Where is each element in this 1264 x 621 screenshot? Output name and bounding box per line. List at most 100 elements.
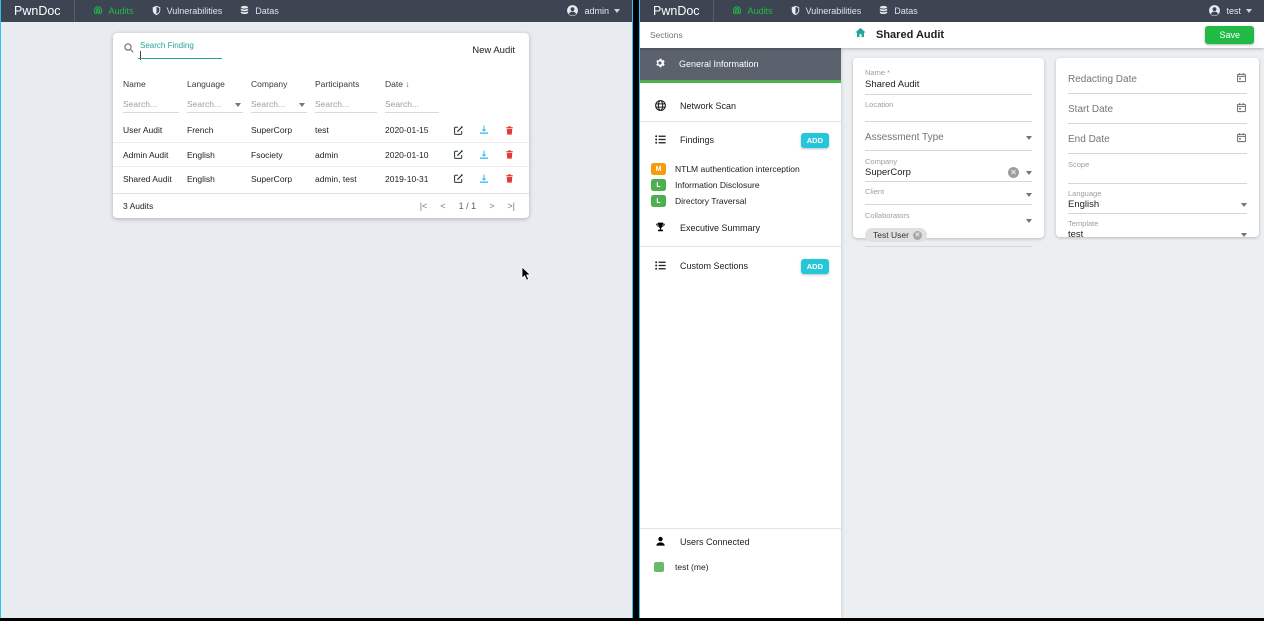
- table-footer: 3 Audits |< < 1 / 1 > >|: [113, 193, 529, 218]
- database-icon: [239, 5, 250, 18]
- main-nav: Audits Vulnerabilities Datas: [92, 4, 279, 18]
- template-label: Template: [1068, 219, 1247, 228]
- assessment-type-select[interactable]: Assessment Type: [865, 132, 1032, 151]
- client-select[interactable]: Client: [865, 187, 1032, 205]
- mouse-cursor: [521, 266, 533, 288]
- table-row[interactable]: User Audit French SuperCorp test 2020-01…: [113, 118, 529, 142]
- edit-icon[interactable]: [453, 173, 464, 184]
- nav-audits[interactable]: Audits: [731, 4, 773, 18]
- app-logo[interactable]: PwnDoc: [640, 0, 714, 22]
- collaborators-select[interactable]: Collaborators Test User ✕: [865, 211, 1032, 247]
- finding-item[interactable]: L Information Disclosure: [640, 177, 841, 193]
- language-select[interactable]: Language English: [1068, 189, 1247, 214]
- audits-card-header: Search Finding New Audit: [113, 33, 529, 75]
- filter-name-input[interactable]: Search...: [123, 98, 179, 113]
- delete-icon[interactable]: [504, 173, 515, 184]
- trophy-icon: [654, 221, 667, 236]
- page-prev-button[interactable]: <: [440, 201, 445, 211]
- calendar-icon[interactable]: [1236, 132, 1247, 146]
- delete-icon[interactable]: [504, 149, 515, 160]
- sidebar-item-findings[interactable]: Findings ADD: [640, 122, 841, 158]
- findings-list: M NTLM authentication interception L Inf…: [640, 161, 841, 209]
- cell-language: French: [187, 125, 251, 135]
- finding-item[interactable]: M NTLM authentication interception: [640, 161, 841, 177]
- sidebar-item-label: General Information: [679, 59, 841, 69]
- nav-audits[interactable]: Audits: [92, 4, 134, 18]
- finding-label: Directory Traversal: [675, 196, 746, 206]
- start-date-field[interactable]: Start Date: [1068, 102, 1247, 124]
- chevron-down-icon: [1026, 219, 1032, 223]
- col-participants[interactable]: Participants: [315, 79, 385, 89]
- user-menu[interactable]: admin: [566, 4, 632, 19]
- calendar-icon[interactable]: [1236, 102, 1247, 116]
- download-icon[interactable]: [478, 149, 490, 161]
- delete-icon[interactable]: [504, 125, 515, 136]
- shield-icon: [151, 5, 162, 18]
- download-icon[interactable]: [478, 173, 490, 185]
- redacting-date-field[interactable]: Redacting Date: [1068, 72, 1247, 94]
- col-company[interactable]: Company: [251, 79, 315, 89]
- page-first-button[interactable]: |<: [420, 201, 428, 211]
- page-last-button[interactable]: >|: [507, 201, 515, 211]
- filter-company-select[interactable]: Search...: [251, 98, 307, 113]
- table-row[interactable]: Admin Audit English Fsociety admin 2020-…: [113, 142, 529, 166]
- sidebar-item-label: Findings: [680, 135, 788, 145]
- location-field[interactable]: Location: [865, 100, 1032, 122]
- filter-language-select[interactable]: Search...: [187, 98, 243, 113]
- name-field[interactable]: Name * Shared Audit: [865, 68, 1032, 95]
- add-section-button[interactable]: ADD: [801, 259, 829, 274]
- edit-icon[interactable]: [453, 149, 464, 160]
- col-language[interactable]: Language: [187, 79, 251, 89]
- cell-company: SuperCorp: [251, 125, 315, 135]
- scope-field[interactable]: Scope: [1068, 160, 1247, 184]
- remove-chip-icon[interactable]: ✕: [913, 231, 922, 240]
- client-label: Client: [865, 187, 1026, 196]
- cell-company: SuperCorp: [251, 174, 315, 184]
- nav-datas[interactable]: Datas: [878, 5, 918, 18]
- app-logo[interactable]: PwnDoc: [1, 0, 75, 22]
- sidebar-item-executive-summary[interactable]: Executive Summary: [640, 212, 841, 244]
- end-date-field[interactable]: End Date: [1068, 132, 1247, 154]
- table-row[interactable]: Shared Audit English SuperCorp admin, te…: [113, 166, 529, 190]
- filter-participants-input[interactable]: Search...: [315, 98, 377, 113]
- home-icon[interactable]: [854, 26, 867, 44]
- name-value: Shared Audit: [865, 77, 1032, 94]
- list-icon: [654, 259, 667, 274]
- end-date-label: End Date: [1068, 134, 1236, 145]
- sidebar-item-general-information[interactable]: General Information: [640, 46, 841, 82]
- window-audit-edit: PwnDoc Audits Vulnerabilities Datas test: [639, 0, 1264, 618]
- new-audit-button[interactable]: New Audit: [472, 45, 515, 56]
- users-connected-label: Users Connected: [680, 537, 841, 547]
- sidebar-item-network-scan[interactable]: Network Scan: [640, 88, 841, 124]
- user-menu[interactable]: test: [1208, 4, 1264, 19]
- clear-icon[interactable]: ✕: [1008, 167, 1019, 178]
- language-label: Language: [1068, 189, 1247, 198]
- sidebar-item-custom-sections[interactable]: Custom Sections ADD: [640, 248, 841, 284]
- filter-date-input[interactable]: Search...: [385, 98, 439, 113]
- collaborator-chip[interactable]: Test User ✕: [865, 228, 927, 242]
- user-status-square: [654, 562, 664, 572]
- download-icon[interactable]: [478, 124, 490, 136]
- nav-vulnerabilities-label: Vulnerabilities: [806, 6, 862, 16]
- table-filter-row: Search... Search... Search... Search... …: [113, 92, 529, 118]
- calendar-icon[interactable]: [1236, 72, 1247, 86]
- list-icon: [654, 133, 667, 148]
- edit-icon[interactable]: [453, 125, 464, 136]
- add-finding-button[interactable]: ADD: [801, 133, 829, 148]
- col-date[interactable]: Date ↓: [385, 79, 447, 89]
- shield-icon: [790, 5, 801, 18]
- template-select[interactable]: Template test: [1068, 219, 1247, 243]
- nav-vulnerabilities[interactable]: Vulnerabilities: [790, 5, 862, 18]
- severity-badge: L: [651, 179, 666, 191]
- save-button[interactable]: Save: [1205, 26, 1254, 44]
- nav-datas[interactable]: Datas: [239, 5, 279, 18]
- finding-item[interactable]: L Directory Traversal: [640, 193, 841, 209]
- nav-vulnerabilities[interactable]: Vulnerabilities: [151, 5, 223, 18]
- main-nav: Audits Vulnerabilities Datas: [731, 4, 918, 18]
- company-field[interactable]: Company SuperCorp ✕: [865, 157, 1032, 182]
- user-name: admin: [584, 6, 609, 16]
- col-name[interactable]: Name: [123, 79, 187, 89]
- page-next-button[interactable]: >: [489, 201, 494, 211]
- connected-user-label: test (me): [675, 562, 709, 572]
- scope-label: Scope: [1068, 160, 1247, 169]
